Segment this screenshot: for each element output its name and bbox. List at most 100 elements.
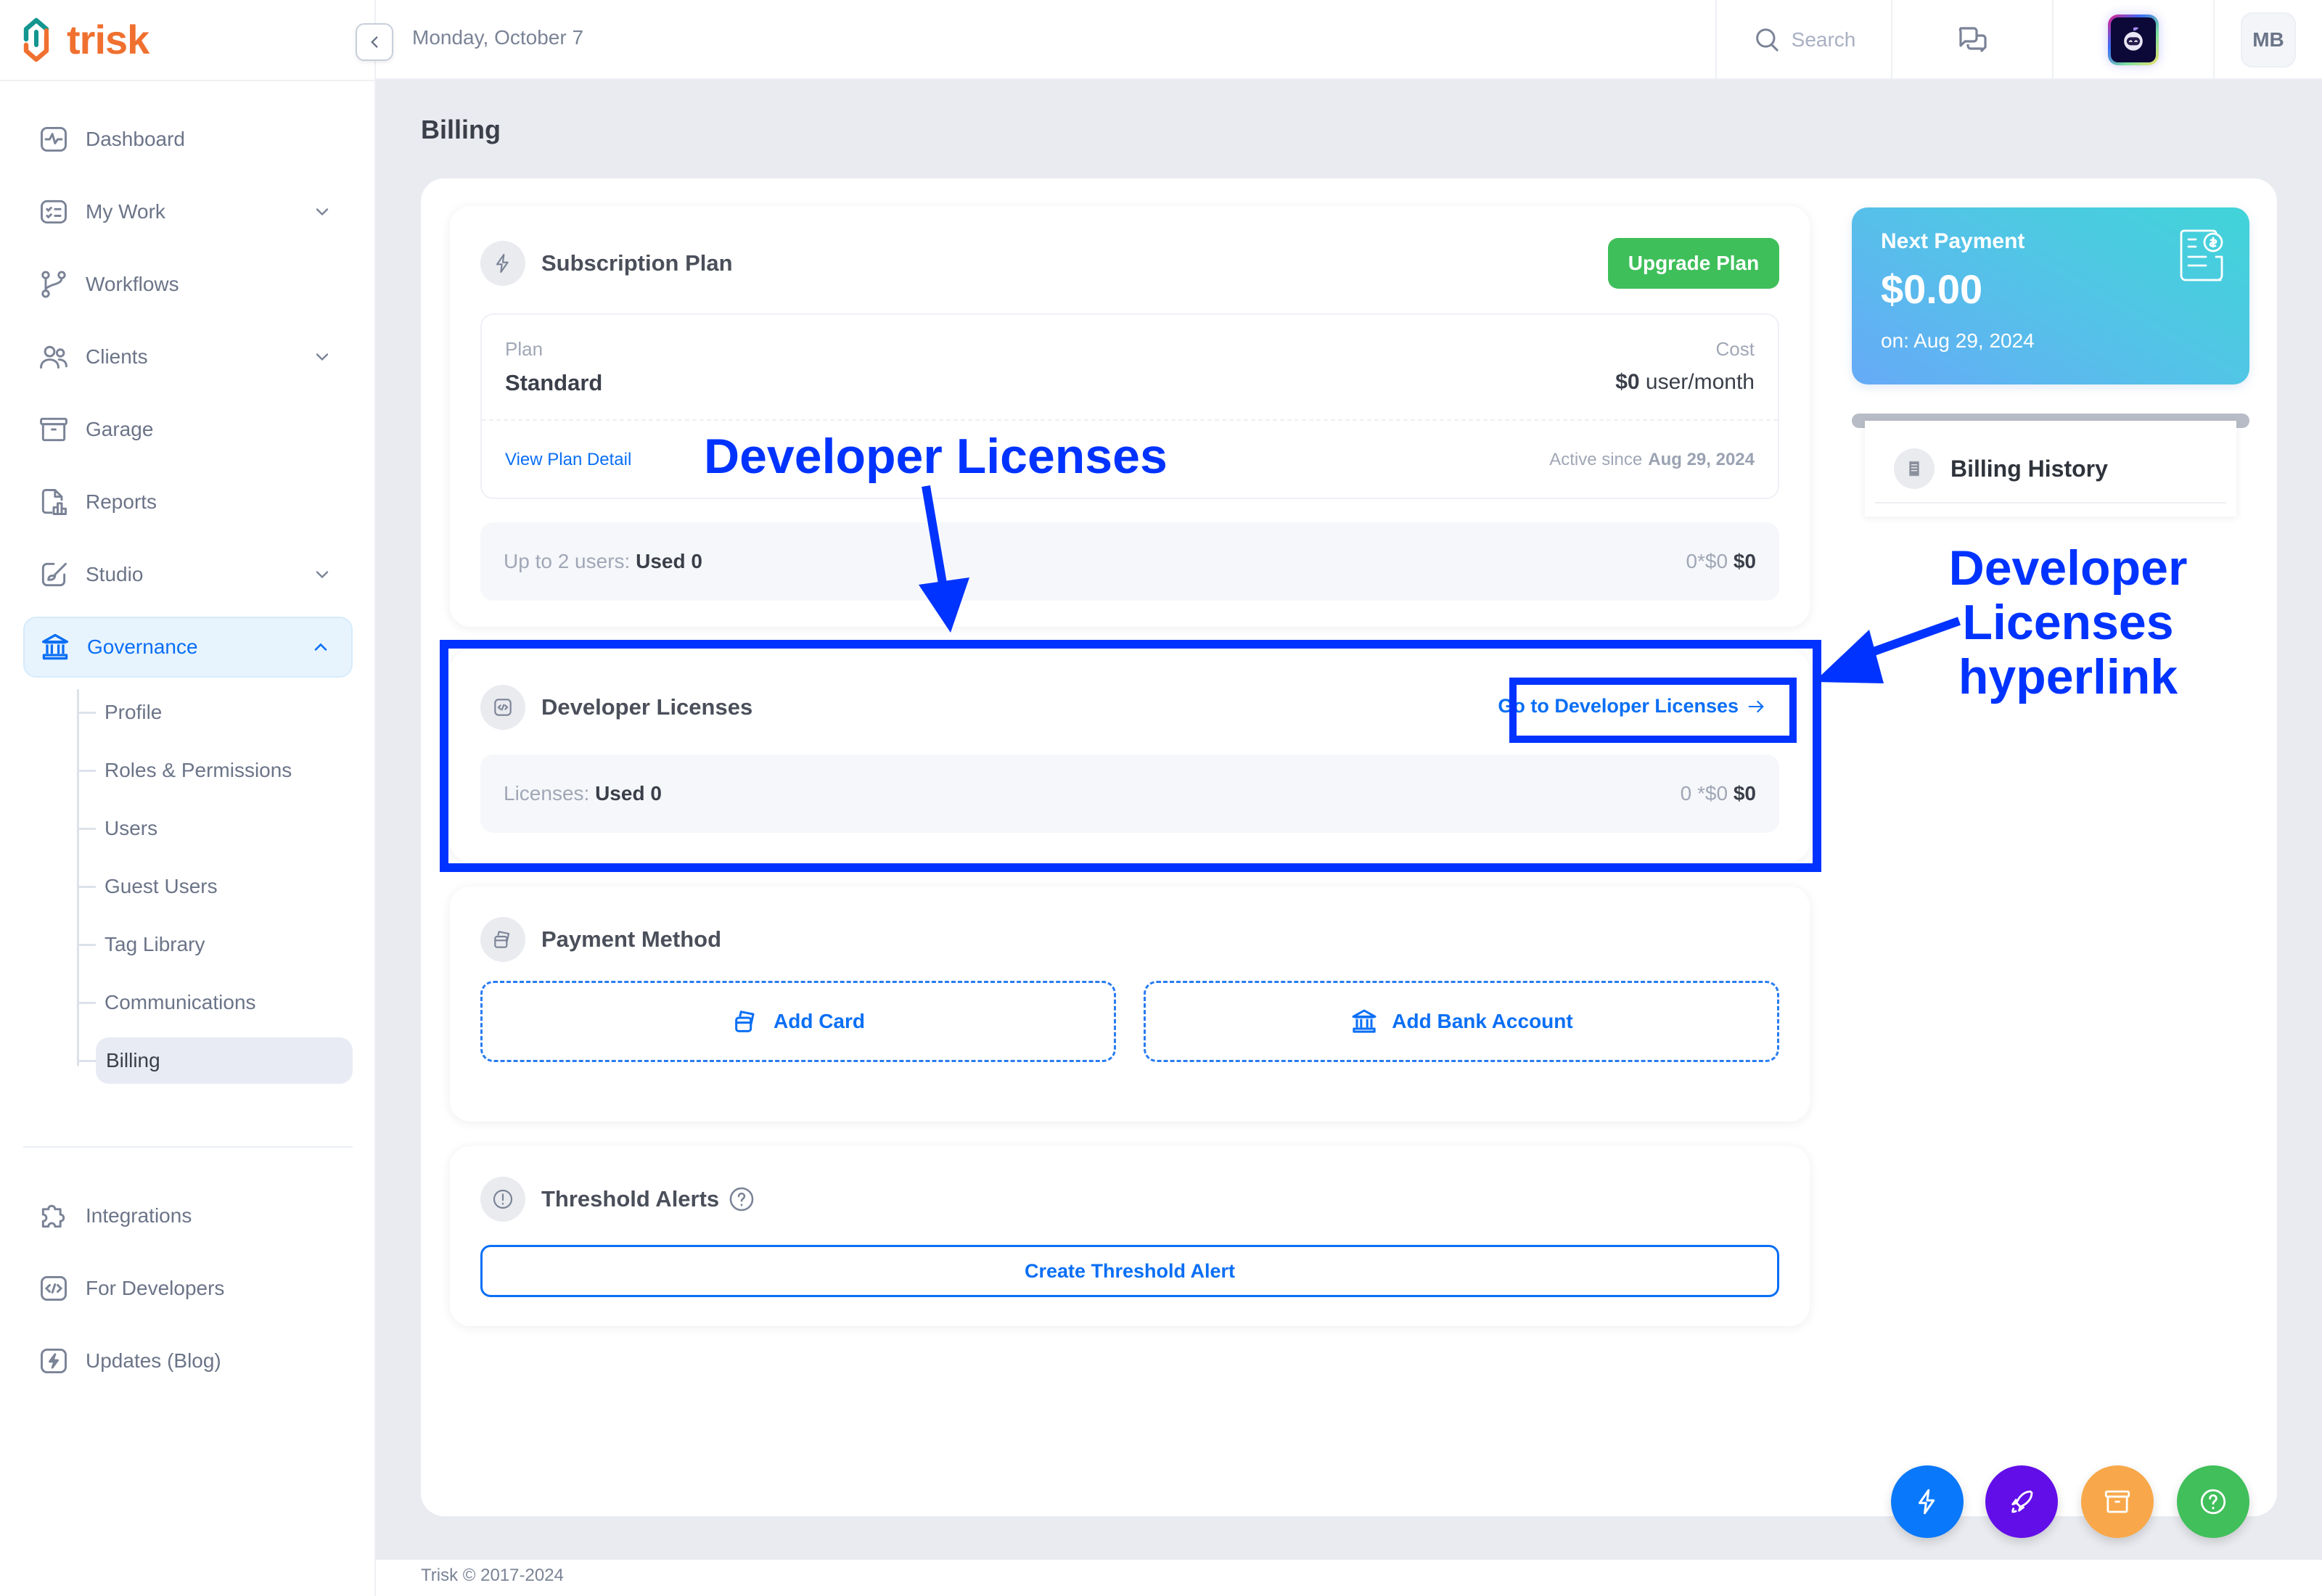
subnav-item-users[interactable]: Users: [52, 805, 353, 852]
help-fab[interactable]: [2177, 1465, 2249, 1538]
help-icon[interactable]: [728, 1185, 755, 1213]
card-header: Developer Licenses: [480, 685, 752, 730]
sidebar-item-updates-blog[interactable]: Updates (Blog): [23, 1330, 353, 1391]
usage-cost: 0*$0 $0: [1686, 550, 1756, 573]
lightning-icon: [38, 1345, 70, 1377]
search-icon: [1755, 28, 1779, 52]
cost-amount: $0: [1615, 370, 1640, 394]
sidebar-item-studio[interactable]: Studio: [23, 544, 353, 605]
usage-value: Used 0: [595, 782, 662, 805]
card-header: Threshold Alerts: [480, 1177, 755, 1222]
archive-icon: [2104, 1490, 2130, 1513]
sidebar-item-label: My Work: [86, 200, 165, 223]
lightning-icon: [1919, 1489, 1935, 1515]
add-bank-label: Add Bank Account: [1392, 1010, 1573, 1032]
subnav-item-communications[interactable]: Communications: [52, 979, 353, 1026]
divider: [0, 80, 376, 81]
sidebar-item-dashboard[interactable]: Dashboard: [23, 109, 353, 170]
plan-value: Standard: [505, 370, 603, 395]
brush-icon: [38, 559, 70, 591]
active-since: Active since Aug 29, 2024: [1549, 450, 1755, 470]
view-plan-detail-link[interactable]: View Plan Detail: [505, 450, 631, 470]
annotation-line: Licenses: [1962, 594, 2174, 650]
annotation-line: Developer: [1948, 540, 2188, 596]
archive-fab[interactable]: [2081, 1465, 2154, 1538]
sidebar-item-my-work[interactable]: My Work: [23, 181, 353, 242]
billing-history-card[interactable]: Billing History: [1865, 421, 2236, 517]
chevron-left-icon: [371, 36, 378, 48]
bank-icon: [1352, 1009, 1377, 1033]
chevron-up-icon[interactable]: [311, 637, 331, 657]
logo-icon: [23, 17, 49, 62]
subnav-item-profile[interactable]: Profile: [52, 689, 353, 736]
chat-icon: [1958, 27, 1987, 52]
active-since-date: Aug 29, 2024: [1648, 450, 1755, 469]
sidebar-item-workflows[interactable]: Workflows: [23, 254, 353, 315]
sidebar-item-label: Workflows: [86, 273, 179, 295]
sidebar-item-for-developers[interactable]: For Developers: [23, 1258, 353, 1319]
trisk-logo[interactable]: trisk: [22, 16, 149, 64]
upgrade-plan-button[interactable]: Upgrade Plan: [1608, 238, 1779, 289]
cost-value: $0 user/month: [1615, 370, 1755, 395]
link-label: Go to Developer Licenses: [1498, 695, 1739, 717]
usage-formula: 0*$0: [1686, 550, 1728, 572]
ai-assistant-button[interactable]: [2052, 0, 2213, 80]
create-threshold-alert-button[interactable]: Create Threshold Alert: [480, 1245, 1779, 1297]
subnav-item-billing[interactable]: Billing: [78, 1037, 353, 1084]
subnav-item-guest-users[interactable]: Guest Users: [52, 863, 353, 910]
search-placeholder: Search: [1791, 28, 1856, 51]
subnav-item-label: Users: [104, 817, 158, 839]
sidebar-item-label: Studio: [86, 563, 144, 585]
usage-formula: 0 *$0: [1680, 782, 1728, 805]
archive-icon: [38, 414, 70, 445]
sidebar-item-label: Clients: [86, 345, 148, 368]
sidebar-item-governance[interactable]: Governance: [23, 617, 353, 678]
sidebar-item-integrations[interactable]: Integrations: [23, 1185, 353, 1246]
user-menu-button[interactable]: MB: [2213, 0, 2322, 80]
lightning-icon: [480, 241, 525, 286]
subnav-item-roles-permissions[interactable]: Roles & Permissions: [52, 747, 353, 794]
card-header: Subscription Plan: [480, 241, 733, 286]
chevron-down-icon[interactable]: [312, 564, 332, 585]
bot-icon: [2124, 27, 2143, 51]
dashboard-icon: [38, 123, 70, 155]
sidebar: trisk Dashboard My Work Workflows Client…: [0, 0, 376, 1596]
credit-card-icon: [480, 917, 525, 962]
quick-actions-fab[interactable]: [1891, 1465, 1964, 1538]
card-title: Payment Method: [541, 926, 722, 952]
messages-button[interactable]: [1891, 0, 2052, 80]
go-to-developer-licenses-link[interactable]: Go to Developer Licenses: [1498, 695, 1766, 717]
developer-licenses-card: Developer Licenses Go to Developer Licen…: [450, 650, 1810, 862]
next-payment-amount: $0.00: [1881, 266, 1983, 312]
bank-icon: [39, 631, 71, 663]
usage-label-text: Up to 2 users:: [504, 550, 631, 572]
payment-method-card: Payment Method Add Card Add Bank Account: [450, 887, 1810, 1122]
search-button[interactable]: Search: [1715, 0, 1891, 80]
usage-label: Licenses: Used 0: [504, 782, 662, 805]
copyright: Trisk © 2017-2024: [421, 1566, 564, 1585]
subscription-plan-card: Subscription Plan Upgrade Plan Plan Stan…: [450, 206, 1810, 627]
chevron-down-icon[interactable]: [312, 347, 332, 367]
usage-label: Up to 2 users: Used 0: [504, 550, 702, 573]
sidebar-item-reports[interactable]: Reports: [23, 472, 353, 532]
secondary-nav: Integrations For Developers Updates (Blo…: [23, 1185, 353, 1403]
card-title: Threshold Alerts: [541, 1186, 720, 1212]
avatar: MB: [2241, 12, 2296, 67]
subnav-item-tag-library[interactable]: Tag Library: [52, 921, 353, 968]
subnav-item-label: Guest Users: [104, 875, 218, 897]
rocket-icon: [2011, 1490, 2033, 1513]
launch-fab[interactable]: [1985, 1465, 2058, 1538]
sidebar-item-label: Dashboard: [86, 128, 185, 150]
add-bank-account-button[interactable]: Add Bank Account: [1144, 981, 1779, 1062]
sidebar-item-clients[interactable]: Clients: [23, 326, 353, 387]
collapse-sidebar-button[interactable]: [356, 23, 393, 61]
sidebar-item-garage[interactable]: Garage: [23, 399, 353, 460]
topbar-actions: Search MB: [1715, 0, 2322, 80]
sidebar-item-label: For Developers: [86, 1277, 225, 1299]
arrow-right-icon: [1748, 700, 1764, 712]
chevron-down-icon[interactable]: [312, 202, 332, 222]
add-card-button[interactable]: Add Card: [480, 981, 1116, 1062]
usage-label-text: Licenses:: [504, 782, 590, 805]
usage-value: Used 0: [636, 550, 702, 572]
cost-label: Cost: [1715, 338, 1755, 360]
